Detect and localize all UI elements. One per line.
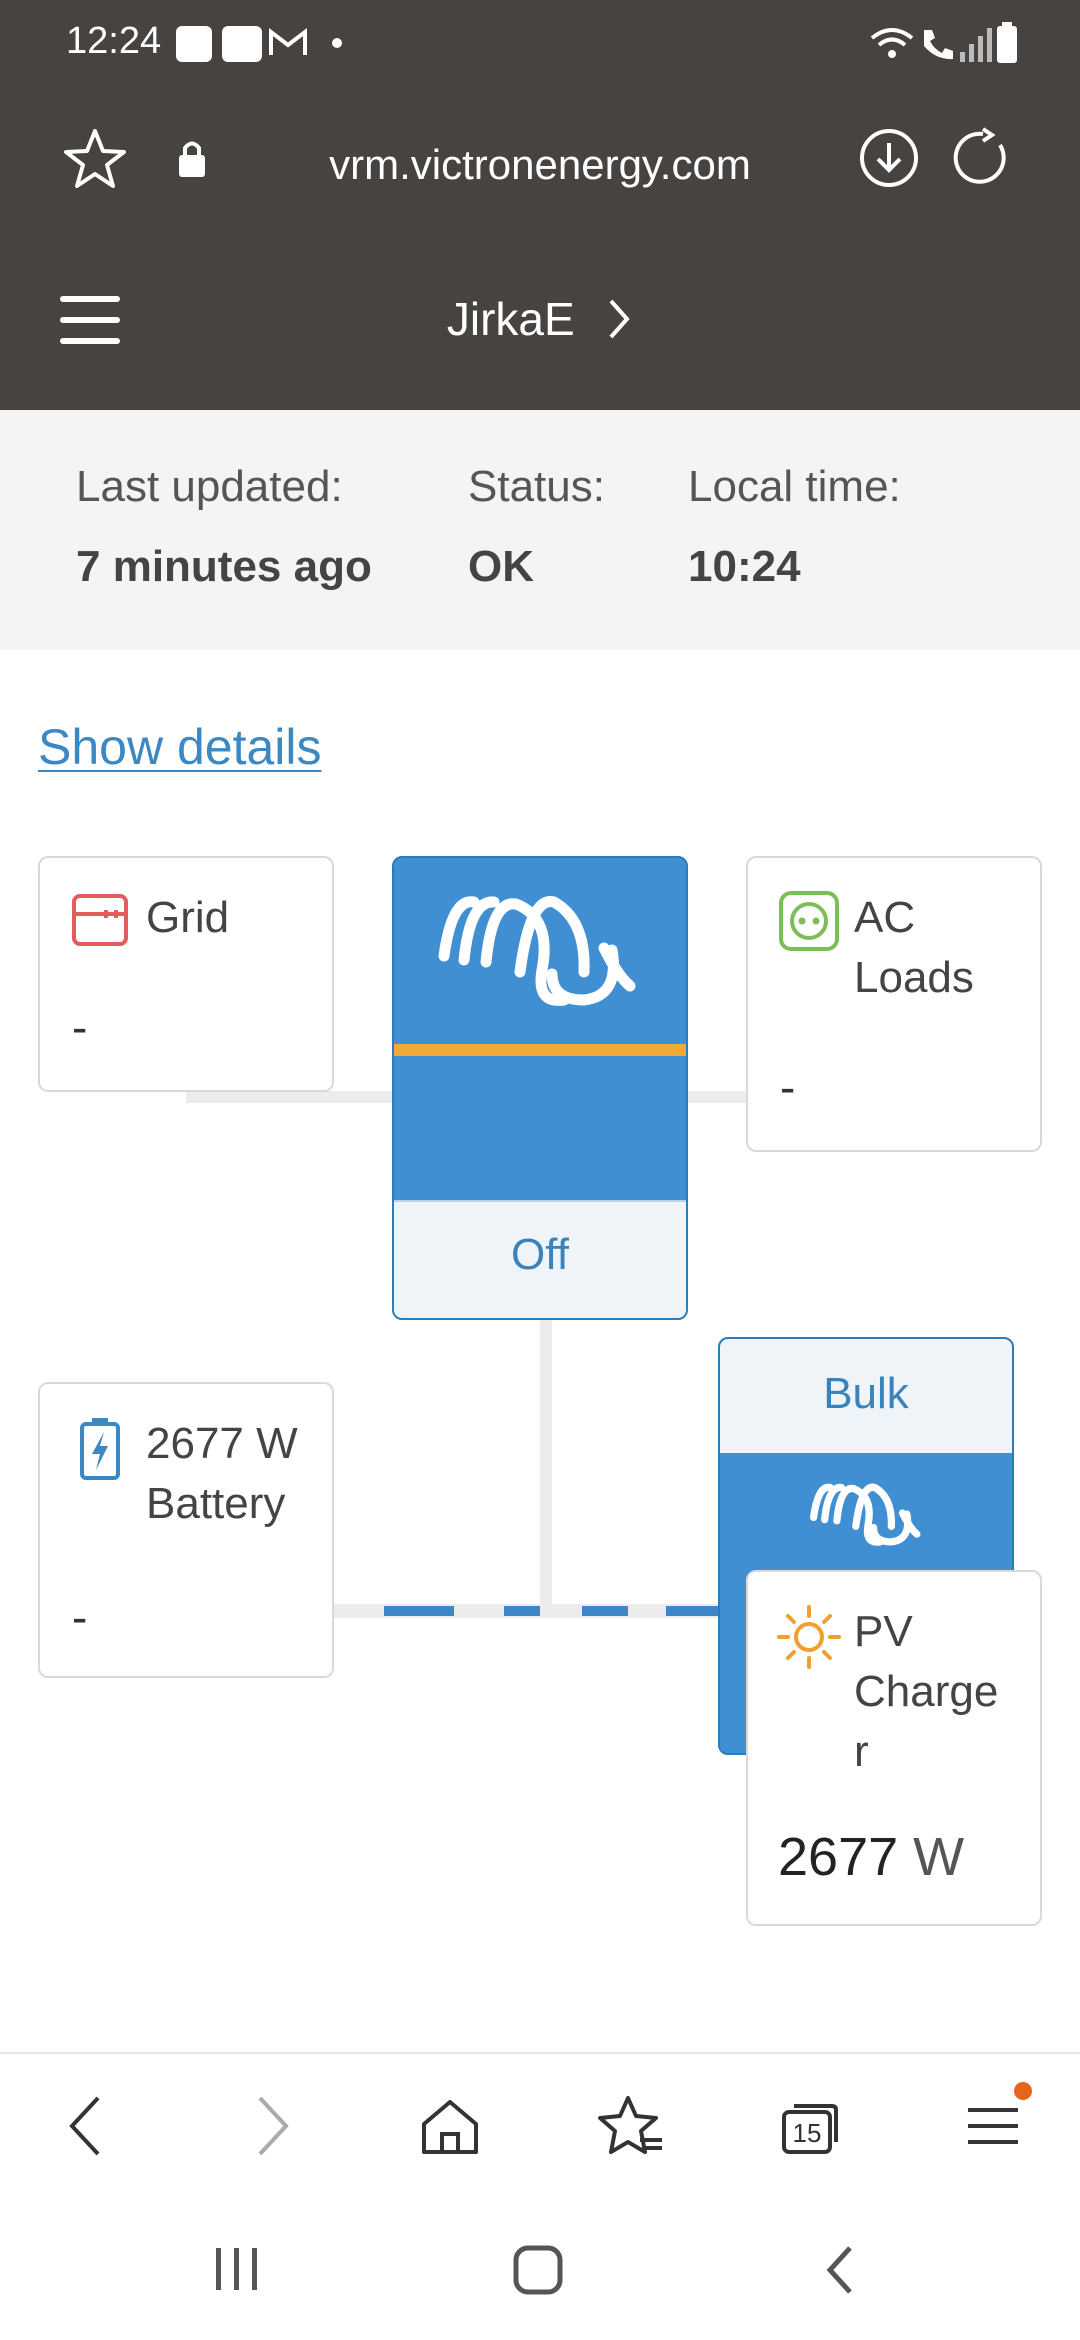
last-updated-value: 7 minutes ago [76, 542, 372, 591]
menu-badge-icon [1014, 2082, 1032, 2100]
inverter-box[interactable]: Off [392, 856, 688, 1320]
grid-card[interactable]: Grid - [38, 856, 334, 1092]
flow-segment [384, 1606, 454, 1616]
battery-status-icon [997, 22, 1017, 63]
pv-charger-label-line2: Charge [854, 1667, 999, 1716]
inverter-ac-indicator [394, 1044, 686, 1056]
grid-icon [72, 894, 128, 946]
ac-loads-card[interactable]: AC Loads - [746, 856, 1042, 1152]
mppt-state: Bulk [823, 1369, 909, 1418]
site-header: JirkaE [0, 270, 1080, 410]
bookmarks-icon[interactable] [596, 2094, 666, 2160]
status-value: OK [468, 542, 534, 591]
local-time-label: Local time: [688, 462, 901, 511]
inverter-status-box: Off [394, 1200, 686, 1318]
socket-icon [779, 891, 839, 951]
local-time-value: 10:24 [688, 542, 801, 591]
status-time: 12:24 [66, 20, 162, 62]
show-details-link[interactable]: Show details [38, 718, 322, 776]
dc-bus-vertical-line [540, 1320, 552, 1616]
pv-charger-card[interactable]: PV Charge r 2677 W [746, 1570, 1042, 1926]
menu-button[interactable] [964, 2082, 1032, 2152]
loads-connection-line [688, 1091, 746, 1103]
ebay-icon [222, 26, 262, 62]
browser-bottom-nav: 15 [0, 2052, 1080, 2204]
sun-icon [777, 1605, 841, 1669]
menu-icon [968, 2108, 1018, 2144]
grid-label: Grid [146, 893, 230, 942]
battery-icon [80, 1418, 120, 1480]
home-icon[interactable] [418, 2096, 482, 2158]
battery-value: - [72, 1591, 88, 1643]
wifi-icon [870, 28, 914, 58]
browser-url-bar: vrm.victronenergy.com [0, 95, 1080, 270]
ac-loads-label: AC Loads [854, 888, 974, 1008]
home-button-icon[interactable] [512, 2244, 564, 2296]
last-updated-label: Last updated: [76, 462, 343, 511]
pv-charger-value-block: 2677 W [778, 1826, 964, 1888]
site-title: JirkaE [446, 293, 575, 345]
pv-charger-unit: W [913, 1827, 965, 1887]
battery-power: 2677 W [146, 1419, 298, 1468]
victron-logo-small-icon [809, 1483, 921, 1546]
battery-label-block: 2677 W Battery [146, 1414, 298, 1534]
status-label: Status: [468, 462, 605, 511]
ac-loads-value: - [780, 1061, 796, 1113]
mppt-state-box: Bulk [720, 1339, 1012, 1453]
pv-charger-label-line3: r [854, 1727, 869, 1776]
system-nav-bar [0, 2202, 1080, 2340]
chevron-right-icon [609, 299, 630, 339]
call-icon [924, 30, 953, 60]
inverter-status: Off [511, 1230, 569, 1279]
pv-charger-value: 2677 [778, 1827, 899, 1887]
grid-connection-line [186, 1091, 392, 1103]
reload-icon[interactable] [952, 127, 1014, 189]
tumblr-icon [176, 26, 212, 62]
battery-label: Battery [146, 1479, 286, 1528]
status-bar: 12:24 [0, 0, 1080, 95]
pv-charger-label-line1: PV [854, 1607, 913, 1656]
site-title-link[interactable]: JirkaE [0, 292, 1080, 346]
tab-count: 15 [792, 2118, 822, 2148]
ac-loads-label-line2: Loads [854, 953, 974, 1002]
flow-segment [504, 1606, 540, 1616]
tabs-button[interactable]: 15 [780, 2098, 840, 2156]
back-icon[interactable] [64, 2094, 108, 2158]
pv-charger-label: PV Charge r [854, 1602, 998, 1782]
info-strip: Last updated: 7 minutes ago Status: OK L… [0, 410, 1080, 650]
forward-icon[interactable] [250, 2094, 294, 2158]
flow-segment [666, 1606, 718, 1616]
gmail-icon [269, 28, 307, 55]
download-icon[interactable] [858, 127, 920, 189]
system-back-icon[interactable] [822, 2244, 858, 2296]
recent-apps-icon[interactable] [212, 2246, 262, 2292]
flow-segment [582, 1606, 628, 1616]
grid-value: - [72, 1001, 88, 1053]
signal-icon [960, 28, 992, 62]
ac-loads-label-line1: AC [854, 893, 916, 942]
notification-dot-icon [332, 38, 342, 48]
victron-logo-icon [438, 896, 636, 1006]
battery-card[interactable]: 2677 W Battery - [38, 1382, 334, 1678]
